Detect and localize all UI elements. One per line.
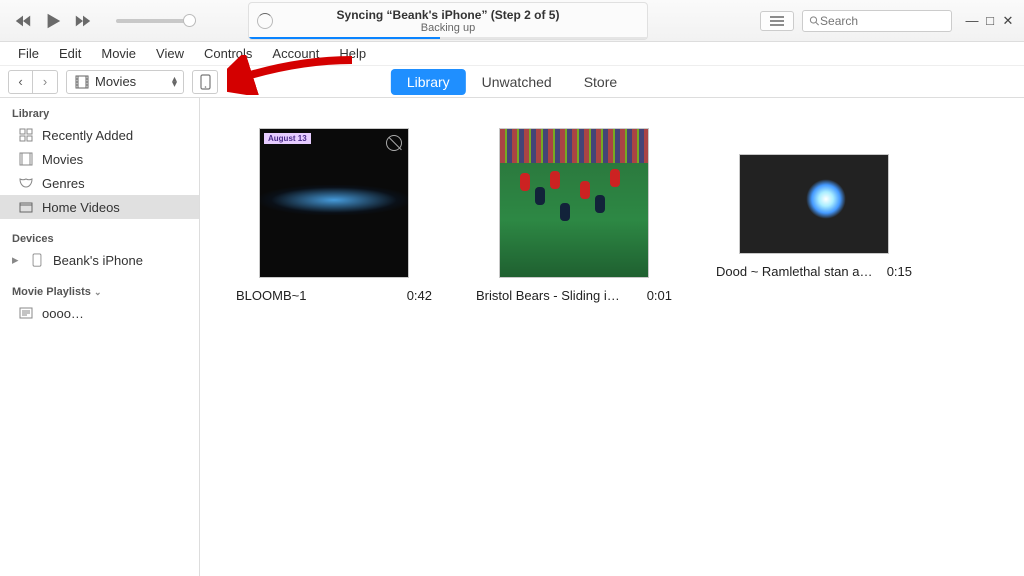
date-badge: August 13 — [264, 133, 311, 144]
sync-progress-bar — [249, 37, 440, 39]
sidebar-item-label: Home Videos — [42, 200, 120, 215]
device-button[interactable] — [192, 70, 218, 94]
sidebar-item-label: Beank's iPhone — [53, 253, 143, 268]
menu-edit[interactable]: Edit — [49, 44, 91, 63]
search-icon — [809, 15, 820, 27]
video-title: Bristol Bears - Sliding i… — [476, 288, 620, 303]
search-input[interactable] — [802, 10, 952, 32]
disclosure-icon[interactable]: ▸ — [12, 252, 21, 268]
minimize-button[interactable]: — — [964, 13, 980, 29]
view-tabs: Library Unwatched Store — [391, 69, 633, 95]
video-item[interactable]: Dood ~ Ramlethal stan acco… 0:15 — [714, 154, 914, 279]
menu-movie[interactable]: Movie — [91, 44, 146, 63]
tab-store[interactable]: Store — [568, 69, 633, 95]
masks-icon — [18, 175, 34, 191]
sidebar-item-recently-added[interactable]: Recently Added — [0, 123, 199, 147]
sidebar-heading-devices: Devices — [0, 229, 199, 248]
chevron-down-icon[interactable]: ⌄ — [94, 287, 102, 297]
player-topbar: Syncing “Beank's iPhone” (Step 2 of 5) B… — [0, 0, 1024, 42]
playback-controls — [0, 8, 196, 34]
phone-icon — [29, 252, 45, 268]
navigation-toolbar: ‹ › Movies ▴▾ Library Unwatched Store — [0, 66, 1024, 98]
category-label: Movies — [95, 74, 136, 89]
menu-view[interactable]: View — [146, 44, 194, 63]
sidebar-item-playlist[interactable]: oooo… — [0, 301, 199, 325]
video-duration: 0:42 — [407, 288, 432, 303]
menu-file[interactable]: File — [8, 44, 49, 63]
status-title: Syncing “Beank's iPhone” (Step 2 of 5) — [337, 8, 560, 22]
video-duration: 0:15 — [887, 264, 912, 279]
sidebar-item-label: Movies — [42, 152, 83, 167]
home-video-icon — [18, 199, 34, 215]
film-icon — [18, 151, 34, 167]
sidebar-item-device[interactable]: ▸ Beank's iPhone — [0, 248, 199, 272]
sidebar-heading-library: Library — [0, 104, 199, 123]
video-item[interactable]: August 13 BLOOMB~1 0:42 — [234, 128, 434, 303]
sidebar: Library Recently Added Movies Genres Hom… — [0, 98, 200, 576]
film-icon — [75, 75, 89, 89]
phone-icon — [200, 74, 211, 90]
video-title: BLOOMB~1 — [236, 288, 306, 303]
chevron-updown-icon: ▴▾ — [172, 77, 177, 87]
next-button[interactable] — [70, 8, 96, 34]
sidebar-heading-playlists: Movie Playlists ⌄ — [0, 282, 199, 301]
sync-spinner-icon — [257, 13, 273, 29]
video-duration: 0:01 — [647, 288, 672, 303]
menu-controls[interactable]: Controls — [194, 44, 262, 63]
menu-bar: File Edit Movie View Controls Account He… — [0, 42, 1024, 66]
video-grid: August 13 BLOOMB~1 0:42 — [200, 98, 1024, 576]
status-subtitle: Backing up — [421, 22, 475, 34]
video-item[interactable]: Bristol Bears - Sliding i… 0:01 — [474, 128, 674, 303]
video-title: Dood ~ Ramlethal stan acco… — [716, 264, 876, 279]
explicit-icon — [386, 135, 402, 151]
previous-button[interactable] — [10, 8, 36, 34]
play-button[interactable] — [40, 8, 66, 34]
maximize-button[interactable]: □ — [982, 13, 998, 29]
menu-help[interactable]: Help — [329, 44, 376, 63]
back-button[interactable]: ‹ — [9, 71, 33, 93]
sidebar-item-label: Recently Added — [42, 128, 133, 143]
menu-account[interactable]: Account — [262, 44, 329, 63]
window-controls: — □ ✕ — [964, 13, 1016, 29]
sidebar-item-label: oooo… — [42, 306, 84, 321]
view-list-button[interactable] — [760, 11, 794, 31]
sidebar-item-label: Genres — [42, 176, 85, 191]
grid-icon — [18, 127, 34, 143]
tab-library[interactable]: Library — [391, 69, 466, 95]
media-category-select[interactable]: Movies ▴▾ — [66, 70, 184, 94]
volume-slider[interactable] — [110, 19, 196, 23]
playlist-icon — [18, 305, 34, 321]
tab-unwatched[interactable]: Unwatched — [466, 69, 568, 95]
sidebar-item-movies[interactable]: Movies — [0, 147, 199, 171]
close-button[interactable]: ✕ — [1000, 13, 1016, 29]
status-lcd: Syncing “Beank's iPhone” (Step 2 of 5) B… — [248, 2, 648, 40]
history-nav: ‹ › — [8, 70, 58, 94]
sidebar-item-genres[interactable]: Genres — [0, 171, 199, 195]
sidebar-item-home-videos[interactable]: Home Videos — [0, 195, 199, 219]
forward-button[interactable]: › — [33, 71, 57, 93]
